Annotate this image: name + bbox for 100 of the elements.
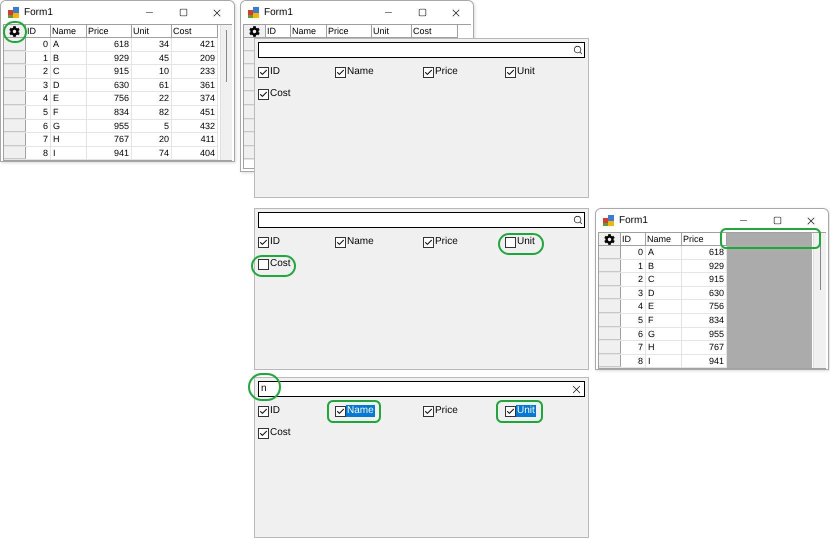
checkbox-label[interactable]: Name bbox=[346, 236, 375, 248]
maximize-icon bbox=[418, 8, 426, 17]
checkbox[interactable] bbox=[505, 406, 516, 416]
table-cell: 10 bbox=[132, 65, 172, 78]
maximize-icon bbox=[772, 216, 782, 225]
table-cell: 767 bbox=[87, 133, 132, 146]
row-header[interactable] bbox=[244, 106, 254, 119]
column-header[interactable]: Name bbox=[646, 233, 682, 245]
checkbox-label[interactable]: Price bbox=[434, 66, 459, 78]
search-icon[interactable] bbox=[573, 45, 583, 55]
column-header[interactable]: Unit bbox=[372, 25, 412, 37]
checkbox[interactable] bbox=[258, 428, 269, 438]
checkbox-label[interactable]: Cost bbox=[269, 258, 292, 270]
table-cell: 8 bbox=[621, 354, 646, 368]
row-header[interactable] bbox=[599, 286, 621, 300]
table-cell: G bbox=[51, 120, 87, 132]
checkbox[interactable] bbox=[258, 406, 269, 416]
row-header[interactable] bbox=[4, 106, 26, 119]
row-header[interactable] bbox=[599, 341, 621, 354]
search-icon[interactable] bbox=[573, 215, 583, 225]
checkbox-label[interactable]: Unit bbox=[516, 66, 536, 78]
window-title: Form1 bbox=[264, 6, 293, 20]
table-cell: G bbox=[646, 328, 682, 340]
window-title: Form1 bbox=[24, 6, 53, 20]
column-header[interactable]: ID bbox=[621, 233, 646, 245]
table-cell: 6 bbox=[26, 120, 51, 132]
checkbox[interactable] bbox=[335, 66, 346, 78]
checkbox-label[interactable]: Name bbox=[346, 66, 375, 78]
column-header[interactable]: Cost bbox=[172, 25, 218, 37]
column-header[interactable]: Cost bbox=[412, 25, 458, 37]
column-header[interactable]: Name bbox=[51, 25, 87, 37]
row-header[interactable] bbox=[244, 146, 254, 160]
scrollbar[interactable] bbox=[813, 233, 826, 368]
column-header[interactable]: ID bbox=[266, 25, 291, 37]
table-cell: 1 bbox=[26, 52, 51, 64]
column-header[interactable]: Price bbox=[682, 233, 727, 245]
checkbox[interactable] bbox=[258, 258, 269, 270]
column-header[interactable]: Name bbox=[291, 25, 327, 37]
row-header[interactable] bbox=[4, 78, 26, 92]
checkbox-label[interactable]: Cost bbox=[269, 88, 292, 100]
row-header[interactable] bbox=[4, 146, 26, 160]
table-cell: A bbox=[646, 246, 682, 259]
row-header[interactable] bbox=[4, 133, 26, 146]
table-cell: 955 bbox=[87, 120, 132, 132]
checkbox-label[interactable]: Price bbox=[434, 405, 459, 417]
row-header[interactable] bbox=[599, 260, 621, 272]
app-icon bbox=[8, 7, 19, 18]
table-cell: 834 bbox=[87, 106, 132, 119]
scrollbar[interactable] bbox=[220, 25, 232, 160]
row-header[interactable] bbox=[244, 133, 254, 146]
annotation-ring bbox=[327, 400, 381, 423]
table-cell: 421 bbox=[172, 38, 218, 51]
checkbox[interactable] bbox=[423, 406, 434, 416]
column-header[interactable]: Unit bbox=[132, 25, 172, 37]
checkbox[interactable] bbox=[505, 236, 516, 248]
checkbox-label[interactable]: ID bbox=[269, 405, 281, 417]
checkbox[interactable] bbox=[335, 236, 346, 248]
checkbox-label[interactable]: ID bbox=[269, 66, 281, 78]
table-cell: 432 bbox=[172, 120, 218, 132]
checkbox-label[interactable]: Name bbox=[346, 405, 375, 417]
checkbox[interactable] bbox=[258, 66, 269, 78]
search-field[interactable]: n bbox=[258, 381, 585, 397]
row-header[interactable] bbox=[244, 120, 254, 132]
column-header[interactable]: ID bbox=[26, 25, 51, 37]
search-text: n bbox=[261, 383, 267, 395]
row-header[interactable] bbox=[599, 354, 621, 368]
row-header[interactable] bbox=[4, 120, 26, 132]
checkbox[interactable] bbox=[335, 406, 346, 416]
window-title: Form1 bbox=[619, 214, 648, 228]
row-header[interactable] bbox=[4, 92, 26, 105]
search-field[interactable] bbox=[258, 42, 585, 58]
row-header[interactable] bbox=[599, 328, 621, 340]
column-header[interactable]: Price bbox=[87, 25, 132, 37]
checkbox-label[interactable]: Unit bbox=[516, 236, 536, 248]
table-cell: 233 bbox=[172, 65, 218, 78]
row-header[interactable] bbox=[4, 52, 26, 64]
settings-button[interactable] bbox=[599, 233, 621, 245]
checkbox[interactable] bbox=[258, 88, 269, 100]
row-header[interactable] bbox=[599, 273, 621, 286]
row-header[interactable] bbox=[599, 314, 621, 327]
search-field[interactable] bbox=[258, 212, 585, 228]
checkbox-label[interactable]: Cost bbox=[269, 427, 292, 439]
checkbox[interactable] bbox=[423, 236, 434, 248]
column-header[interactable]: Price bbox=[327, 25, 372, 37]
table-cell: 74 bbox=[132, 146, 172, 160]
table-cell: E bbox=[646, 300, 682, 313]
checkbox[interactable] bbox=[423, 66, 434, 78]
row-header[interactable] bbox=[4, 65, 26, 78]
row-header[interactable] bbox=[599, 300, 621, 313]
table-cell: I bbox=[51, 146, 87, 160]
table-cell: 411 bbox=[172, 133, 218, 146]
table-cell: B bbox=[646, 260, 682, 272]
settings-button[interactable] bbox=[244, 25, 266, 37]
checkbox-label[interactable]: Unit bbox=[516, 405, 536, 417]
checkbox-label[interactable]: ID bbox=[269, 236, 281, 248]
checkbox[interactable] bbox=[258, 236, 269, 248]
checkbox-label[interactable]: Price bbox=[434, 236, 459, 248]
table-cell: 374 bbox=[172, 92, 218, 105]
checkbox[interactable] bbox=[505, 66, 516, 78]
table-cell: H bbox=[646, 341, 682, 354]
